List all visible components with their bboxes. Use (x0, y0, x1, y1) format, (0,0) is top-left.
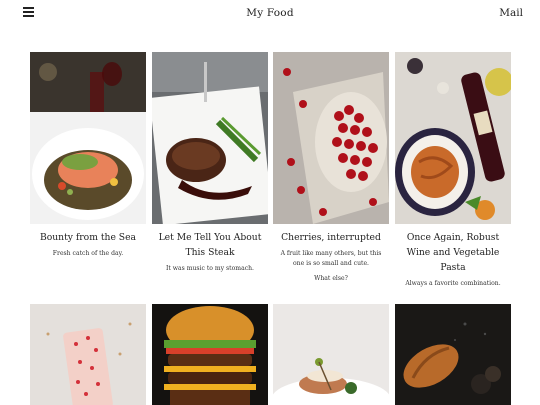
post-title[interactable]: Once Again, Robust Wine and Vegetable Pa… (395, 230, 511, 275)
post-image-croissant[interactable] (395, 304, 511, 405)
post-title[interactable]: Let Me Tell You About This Steak (152, 230, 268, 260)
post-title[interactable]: Cherries, interrupted (273, 230, 389, 245)
post-image-steak[interactable] (152, 52, 268, 224)
post-image-salmon[interactable] (30, 52, 146, 224)
post-card[interactable]: Once Again, Robust Wine and Vegetable Pa… (395, 52, 511, 289)
post-image-pasta[interactable] (395, 52, 511, 224)
post-excerpt-extra: What else? (314, 275, 348, 282)
post-image-skewer-plate[interactable] (273, 304, 389, 405)
post-excerpt: Always a favorite combination. (405, 280, 501, 287)
post-excerpt: It was music to my stomach. (166, 265, 254, 272)
mail-link[interactable]: Mail (499, 7, 523, 19)
post-excerpt: Fresh catch of the day. (52, 250, 124, 257)
top-bar: My Food Mail (0, 0, 540, 28)
post-excerpt: A fruit like many others, but this one i… (280, 250, 382, 267)
post-image-cake-bar[interactable] (30, 304, 146, 405)
post-image-cherries[interactable] (273, 52, 389, 224)
post-title[interactable]: Bounty from the Sea (30, 230, 146, 245)
post-card[interactable]: Cherries, interrupted A fruit like many … (273, 52, 389, 284)
post-card[interactable]: Bounty from the Sea Fresh catch of the d… (30, 52, 146, 259)
site-title[interactable]: My Food (0, 7, 540, 19)
post-card[interactable]: Let Me Tell You About This Steak It was … (152, 52, 268, 274)
post-image-burger[interactable] (152, 304, 268, 405)
